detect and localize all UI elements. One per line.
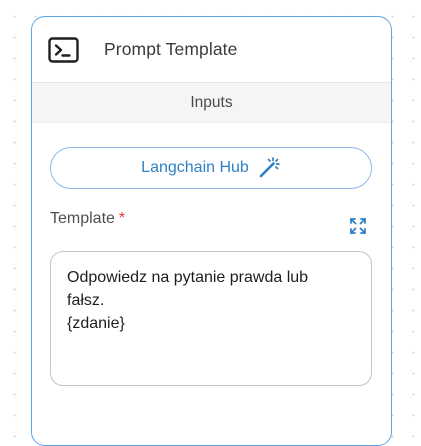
langchain-hub-button[interactable]: Langchain Hub: [50, 147, 372, 189]
terminal-icon: [48, 36, 79, 63]
expand-icon[interactable]: [349, 217, 367, 235]
prompt-template-node[interactable]: Prompt Template Inputs Langchain Hub Tem: [31, 16, 392, 446]
template-field-label: Template *: [50, 210, 125, 228]
node-title: Prompt Template: [104, 39, 238, 59]
inputs-section-label: Inputs: [190, 93, 233, 111]
magic-wand-icon: [257, 156, 281, 180]
node-header: Prompt Template: [32, 17, 391, 83]
inputs-section-header: Inputs: [32, 83, 391, 123]
langchain-hub-button-label: Langchain Hub: [141, 159, 249, 176]
template-label-text: Template: [50, 210, 115, 227]
template-input[interactable]: Odpowiedz na pytanie prawda lub fałsz. {…: [50, 251, 372, 386]
required-marker: *: [118, 210, 126, 227]
